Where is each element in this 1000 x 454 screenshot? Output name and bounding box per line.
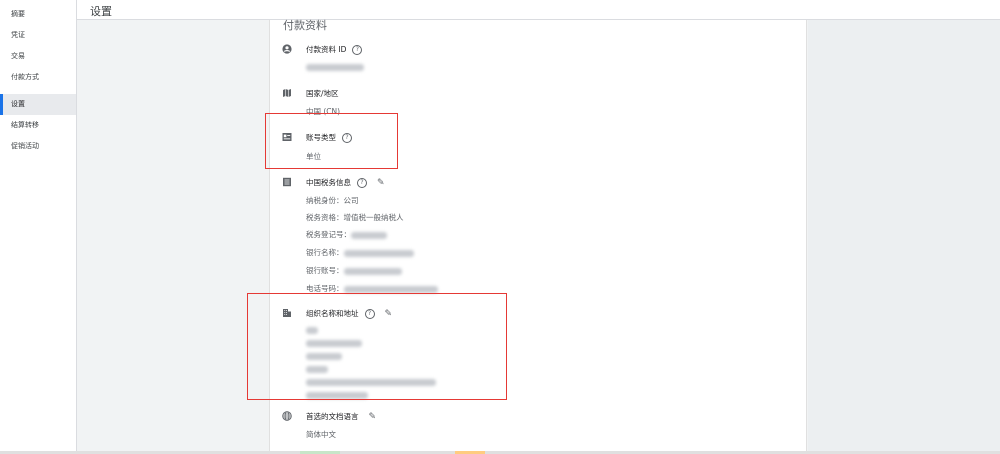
tax-line-label: 电话号码： <box>306 284 344 293</box>
pencil-icon[interactable]: ✎ <box>377 178 385 188</box>
country-label: 国家/地区 <box>306 89 339 98</box>
tax-line-label: 银行名称： <box>306 248 344 257</box>
sidebar-item-summary[interactable]: 摘要 <box>0 4 76 25</box>
sidebar-item-payment-methods[interactable]: 付款方式 <box>0 67 76 88</box>
language-value: 简体中文 <box>306 430 336 439</box>
badge-icon <box>282 133 292 141</box>
building-icon <box>283 309 291 317</box>
org-label: 组织名称和地址 <box>306 309 359 318</box>
tax-line: 税务登记号： <box>306 229 387 240</box>
account-type-label: 账号类型 <box>306 133 336 142</box>
account-type-value: 单位 <box>306 152 321 161</box>
top-bar: 设置 <box>77 0 1000 20</box>
profile-id-value <box>306 62 364 71</box>
help-icon[interactable]: ? <box>342 133 352 143</box>
language-label: 首选的文档语言 <box>306 412 359 421</box>
sidebar-item-transfer[interactable]: 结算转移 <box>0 115 76 136</box>
org-line <box>306 377 436 386</box>
map-icon <box>283 89 291 97</box>
account-circle-icon <box>282 44 292 54</box>
section-title: 付款资料 <box>283 19 327 32</box>
page-title: 设置 <box>90 5 112 18</box>
pencil-icon[interactable]: ✎ <box>369 412 377 422</box>
sidebar-item-transactions[interactable]: 交易 <box>0 46 76 67</box>
globe-icon <box>282 411 292 421</box>
org-line <box>306 364 328 373</box>
sidebar-item-documents[interactable]: 凭证 <box>0 25 76 46</box>
pencil-icon[interactable]: ✎ <box>385 309 393 319</box>
tax-line-label: 银行账号： <box>306 266 344 275</box>
help-icon[interactable]: ? <box>352 45 363 55</box>
help-icon[interactable]: ? <box>364 309 375 319</box>
org-line <box>306 390 368 399</box>
country-value: 中国 (CN) <box>306 107 341 116</box>
sidebar-item-promotions[interactable]: 促销活动 <box>0 136 76 157</box>
org-line <box>306 338 362 347</box>
document-icon <box>283 177 291 187</box>
tax-line-label: 税务登记号： <box>306 230 351 239</box>
right-panel <box>808 20 1000 454</box>
tax-line: 纳税身份：公司 <box>306 196 359 205</box>
profile-id-label: 付款资料 ID <box>306 45 347 54</box>
org-line <box>306 325 318 334</box>
tax-line: 银行名称： <box>306 247 414 258</box>
tax-info-label: 中国税务信息 <box>306 178 351 187</box>
tax-line: 税务资格：增值税一般纳税人 <box>306 213 404 222</box>
tax-line: 电话号码： <box>306 283 438 294</box>
org-line <box>306 351 342 360</box>
sidebar: 摘要 凭证 交易 付款方式 设置 结算转移 促销活动 <box>0 0 77 454</box>
help-icon[interactable]: ? <box>357 178 367 188</box>
tax-line: 银行账号： <box>306 265 402 276</box>
sidebar-item-settings[interactable]: 设置 <box>0 94 76 115</box>
payment-profile-card: 付款资料 付款资料 ID? 国家/地区 中国 (CN) 账号类型? 单位 中国税… <box>269 19 807 454</box>
